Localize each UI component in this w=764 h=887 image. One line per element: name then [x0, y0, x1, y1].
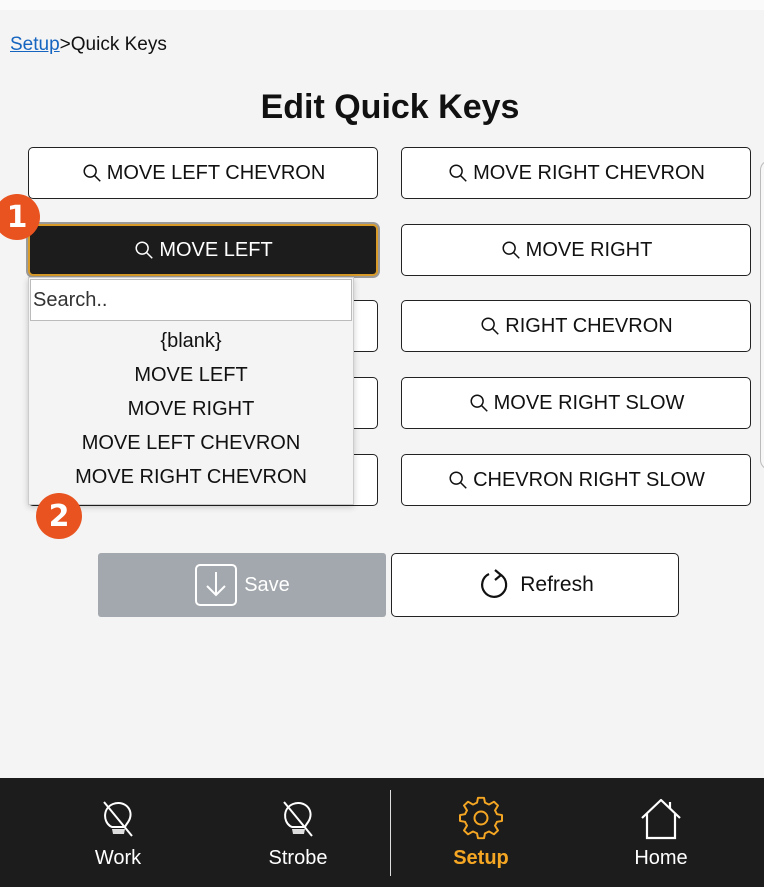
page-title: Edit Quick Keys — [260, 88, 520, 126]
save-icon — [195, 564, 238, 606]
bulb-off-icon — [283, 801, 313, 837]
search-icon — [502, 241, 520, 259]
top-edge — [0, 0, 764, 10]
save-button[interactable]: Save — [98, 553, 386, 617]
breadcrumb-setup-link[interactable]: Setup — [10, 34, 60, 55]
quick-key-label: MOVE LEFT — [159, 238, 273, 261]
quick-key-button-row4-right[interactable]: MOVE RIGHT SLOW — [401, 377, 751, 429]
dropdown-option[interactable]: {blank} — [29, 324, 353, 358]
nav-strobe-label: Strobe — [268, 847, 328, 869]
search-icon — [481, 317, 500, 335]
bulb-off-icon — [103, 801, 133, 837]
nav-setup[interactable]: Setup — [416, 778, 546, 887]
step-badge-2: 2 — [36, 493, 82, 539]
gear-icon — [459, 796, 503, 840]
quick-key-button-row3-right[interactable]: RIGHT CHEVRON — [401, 300, 751, 352]
quick-key-label: MOVE RIGHT CHEVRON — [473, 161, 705, 184]
quick-key-dropdown: {blank} MOVE LEFT MOVE RIGHT MOVE LEFT C… — [28, 277, 354, 505]
refresh-button[interactable]: Refresh — [391, 553, 679, 617]
dropdown-option[interactable]: MOVE RIGHT CHEVRON — [29, 460, 353, 494]
quick-key-label: MOVE RIGHT SLOW — [493, 391, 685, 414]
search-icon — [83, 164, 101, 182]
quick-key-button-row1-left[interactable]: MOVE LEFT CHEVRON — [28, 147, 378, 199]
breadcrumb-separator: > — [59, 34, 71, 55]
bottom-nav: Work Strobe Setup Home — [0, 778, 764, 887]
refresh-icon — [481, 569, 508, 598]
breadcrumb-current: Quick Keys — [70, 34, 167, 55]
save-label: Save — [244, 573, 290, 596]
quick-key-button-row2-left[interactable]: MOVE LEFT — [28, 224, 378, 276]
quick-key-label: CHEVRON RIGHT SLOW — [473, 468, 705, 491]
side-panel-edge — [760, 160, 764, 470]
search-icon — [135, 241, 154, 259]
breadcrumb: Setup>Quick Keys — [10, 34, 167, 56]
home-icon — [641, 798, 681, 840]
search-icon — [449, 164, 467, 182]
dropdown-option[interactable]: MOVE LEFT — [29, 358, 353, 392]
nav-work[interactable]: Work — [53, 778, 183, 887]
quick-key-label: RIGHT CHEVRON — [505, 314, 673, 337]
search-icon — [470, 394, 488, 412]
quick-key-label: MOVE LEFT CHEVRON — [106, 161, 326, 184]
page: Setup>Quick Keys Edit Quick Keys MOVE LE… — [0, 0, 764, 887]
nav-setup-label: Setup — [453, 847, 509, 869]
nav-work-label: Work — [94, 847, 142, 869]
nav-home[interactable]: Home — [596, 778, 726, 887]
quick-key-button-row5-right[interactable]: CHEVRON RIGHT SLOW — [401, 454, 751, 506]
refresh-label: Refresh — [520, 573, 594, 596]
dropdown-search-input[interactable] — [30, 279, 352, 321]
quick-key-button-row1-right[interactable]: MOVE RIGHT CHEVRON — [401, 147, 751, 199]
dropdown-option[interactable]: MOVE RIGHT — [29, 392, 353, 426]
nav-divider — [390, 790, 391, 876]
dropdown-option[interactable]: MOVE LEFT CHEVRON — [29, 426, 353, 460]
nav-strobe[interactable]: Strobe — [233, 778, 363, 887]
quick-key-label: MOVE RIGHT — [525, 238, 653, 261]
quick-key-button-row2-right[interactable]: MOVE RIGHT — [401, 224, 751, 276]
search-icon — [449, 471, 467, 489]
nav-home-label: Home — [634, 847, 688, 869]
